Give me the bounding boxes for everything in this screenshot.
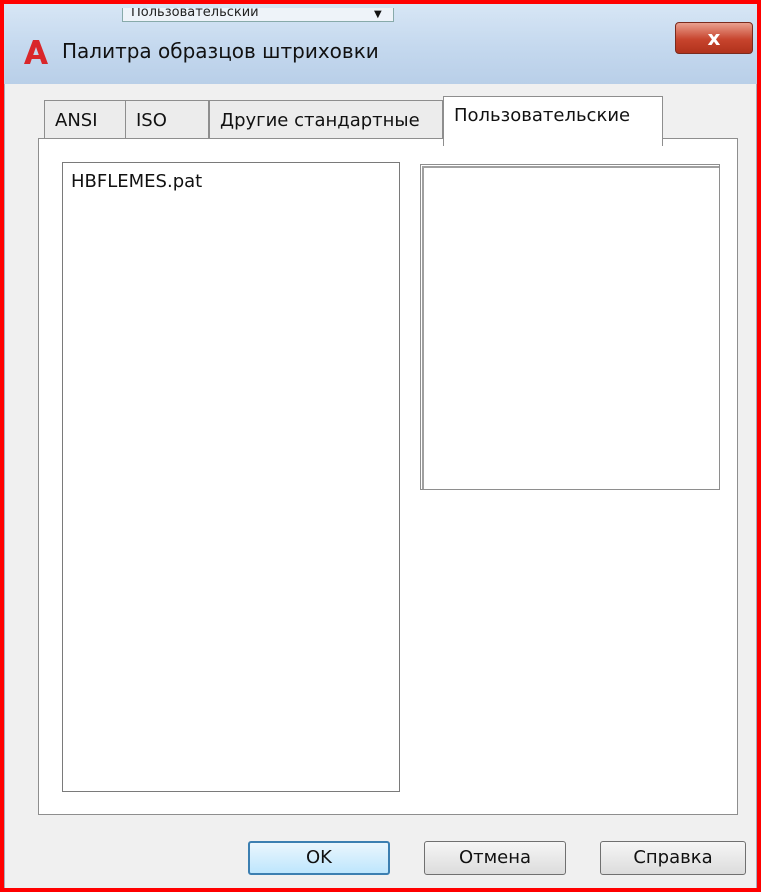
tab-custom[interactable]: Пользовательские: [443, 96, 663, 146]
